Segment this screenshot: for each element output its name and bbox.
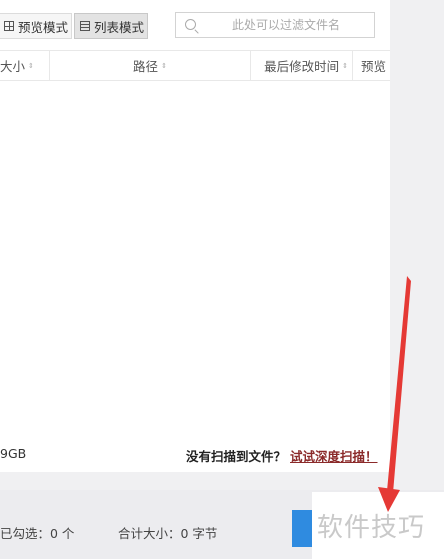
list-mode-button[interactable]: 列表模式	[74, 13, 148, 39]
column-label: 大小	[0, 59, 26, 74]
deep-scan-link[interactable]: 试试深度扫描！	[290, 446, 378, 465]
checked-count: 已勾选：0 个	[0, 526, 75, 541]
column-label: 最后修改时间	[264, 59, 340, 74]
recover-button[interactable]	[292, 510, 314, 547]
column-label: 路径	[133, 59, 159, 74]
sort-icon: ⇕	[161, 61, 167, 70]
file-list-panel: 大小 ⇕ 路径 ⇕ 最后修改时间 ⇕ 预览	[0, 50, 390, 472]
grid-icon	[4, 21, 14, 31]
scan-size-total: 9GB	[0, 446, 27, 461]
list-icon	[80, 21, 90, 31]
watermark-text: 软件技巧	[317, 513, 426, 543]
search-input[interactable]	[202, 13, 370, 37]
sort-icon: ⇕	[342, 61, 348, 70]
search-icon	[185, 19, 196, 30]
column-header-size[interactable]: 大小 ⇕	[0, 51, 50, 80]
preview-mode-label: 预览模式	[18, 19, 69, 35]
table-header: 大小 ⇕ 路径 ⇕ 最后修改时间 ⇕ 预览	[0, 50, 390, 81]
search-box	[175, 12, 375, 38]
preview-mode-button[interactable]: 预览模式	[0, 13, 72, 39]
toolbar: 预览模式 列表模式	[0, 0, 390, 50]
column-header-preview[interactable]: 预览	[353, 51, 390, 80]
list-mode-label: 列表模式	[94, 19, 145, 35]
column-label: 预览	[361, 59, 387, 74]
selected-total-size: 合计大小：0 字节	[118, 526, 218, 541]
sort-icon: ⇕	[28, 61, 34, 70]
no-files-text: 没有扫描到文件？	[186, 449, 287, 464]
column-header-modified-time[interactable]: 最后修改时间 ⇕	[251, 51, 353, 80]
column-header-path[interactable]: 路径 ⇕	[50, 51, 251, 80]
